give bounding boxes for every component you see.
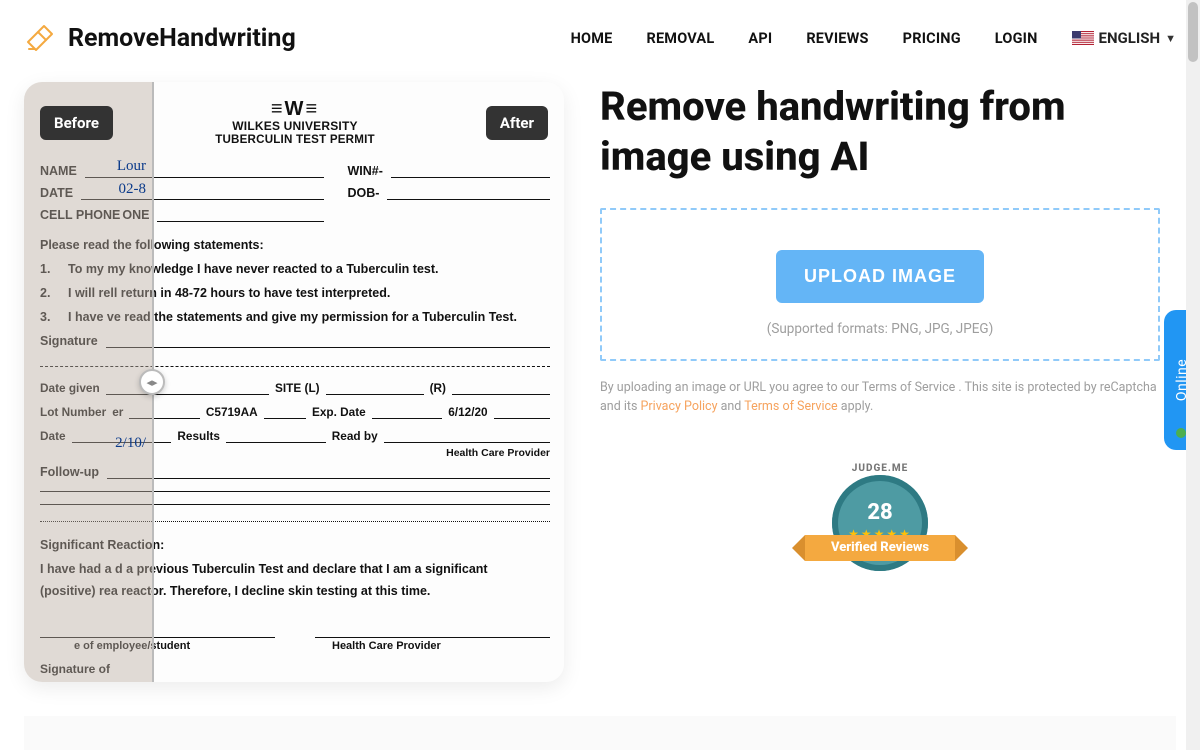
nav-removal[interactable]: REMOVAL xyxy=(646,30,714,47)
online-status-icon xyxy=(1176,428,1186,438)
nav-api[interactable]: API xyxy=(748,30,772,47)
page-title: Remove handwriting from image using AI xyxy=(600,82,1160,182)
privacy-policy-link[interactable]: Privacy Policy xyxy=(641,399,718,414)
reviews-count: 28 xyxy=(867,500,892,525)
caret-down-icon: ▼ xyxy=(1165,32,1176,45)
scrollbar[interactable] xyxy=(1186,0,1200,750)
hw-date2: 2/10/ xyxy=(115,435,146,452)
language-selector[interactable]: ENGLISH ▼ xyxy=(1072,29,1176,47)
nav-reviews[interactable]: REVIEWS xyxy=(806,30,868,47)
nav-pricing[interactable]: PRICING xyxy=(903,30,961,47)
nav-login[interactable]: LOGIN xyxy=(995,30,1038,47)
language-label: ENGLISH xyxy=(1099,29,1161,47)
main-nav: HOME REMOVAL API REVIEWS PRICING LOGIN E… xyxy=(571,29,1176,47)
upload-dropzone[interactable]: UPLOAD IMAGE (Supported formats: PNG, JP… xyxy=(600,208,1160,361)
upload-disclaimer: By uploading an image or URL you agree t… xyxy=(600,379,1160,417)
supported-formats: (Supported formats: PNG, JPG, JPEG) xyxy=(612,321,1148,337)
scrollbar-thumb[interactable] xyxy=(1188,2,1198,62)
terms-of-service-link[interactable]: Terms of Service xyxy=(744,399,837,414)
judgeme-label: JUDGE.ME xyxy=(805,463,955,474)
after-label: After xyxy=(486,106,548,140)
flag-us-icon xyxy=(1072,31,1094,45)
nav-home[interactable]: HOME xyxy=(571,30,613,47)
brand-logo-icon xyxy=(24,22,56,54)
verified-reviews-label: Verified Reviews xyxy=(805,535,955,561)
before-after-preview[interactable]: ≡W≡ WILKES UNIVERSITY TUBERCULIN TEST PE… xyxy=(24,82,564,682)
slider-handle[interactable]: ◂▸ xyxy=(139,369,165,395)
hw-name: Lour xyxy=(117,158,146,175)
before-overlay: Lour 02-8 2/10/ xyxy=(24,82,152,682)
reviews-badge[interactable]: JUDGE.ME 28 ★★★★★ Verified Reviews xyxy=(805,463,955,583)
upload-image-button[interactable]: UPLOAD IMAGE xyxy=(776,250,984,303)
footer-band xyxy=(24,716,1176,750)
hw-date: 02-8 xyxy=(119,181,147,198)
brand-name: RemoveHandwriting xyxy=(68,24,296,53)
before-label: Before xyxy=(40,106,113,140)
